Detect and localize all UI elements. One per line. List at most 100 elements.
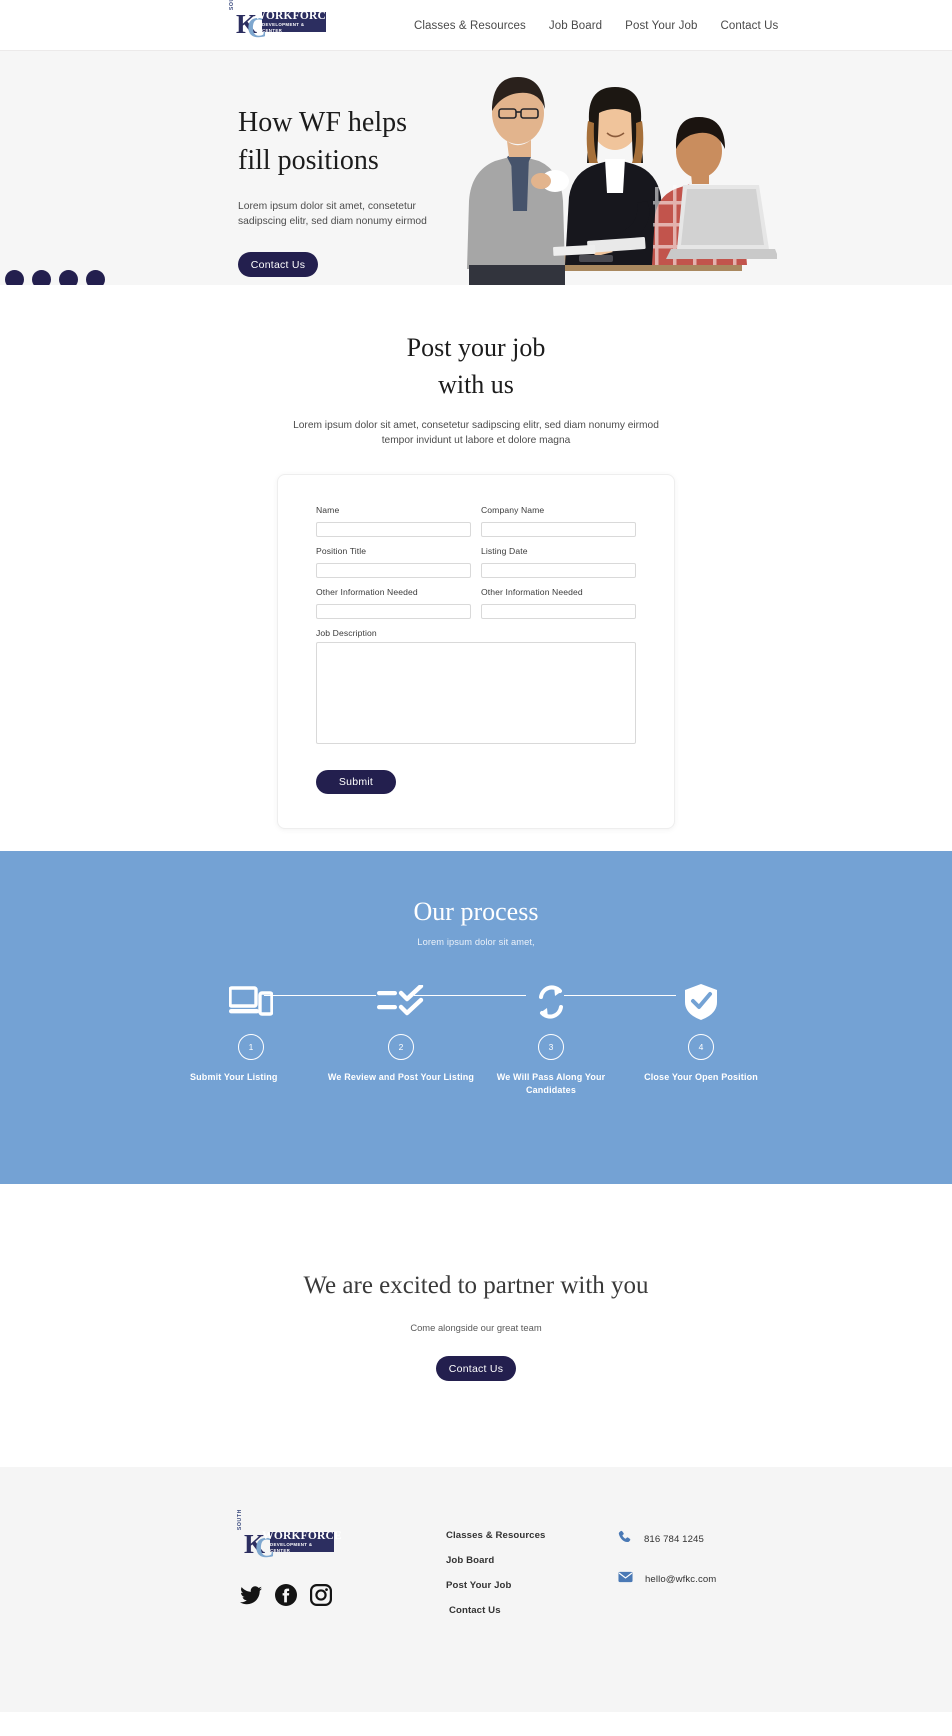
footer-contact-info: 816 784 1245 hello@wfkc.com: [618, 1530, 716, 1588]
step-1-number: 1: [238, 1034, 264, 1060]
nav-item-post-your-job[interactable]: Post Your Job: [625, 20, 697, 32]
step-connector-2-3: [414, 995, 526, 997]
hero-title: How WF helps fill positions: [238, 104, 468, 180]
input-other-info-1[interactable]: [316, 603, 471, 619]
field-name: Name: [316, 505, 471, 537]
input-other-info-2[interactable]: [481, 603, 636, 619]
field-listing-date: Listing Date: [481, 546, 636, 578]
partner-subtitle: Come alongside our great team: [410, 1322, 542, 1333]
partner-section: We are excited to partner with you Come …: [0, 1184, 952, 1467]
hero-title-line-2: fill positions: [238, 145, 379, 176]
hero-contact-us-button[interactable]: Contact Us: [238, 252, 318, 277]
hero-subtitle: Lorem ipsum dolor sit amet, consetetur s…: [238, 201, 427, 227]
post-job-title-line-1: Post your job: [406, 333, 546, 362]
footer-logo-nameplate: WORKFORCE DEVELOPMENT & CENTER: [262, 1530, 342, 1553]
footer-email-row[interactable]: hello@wfkc.com: [618, 1570, 716, 1588]
nav-item-classes-resources[interactable]: Classes & Resources: [414, 20, 526, 32]
partner-title: We are excited to partner with you: [303, 1272, 649, 1299]
footer-email-address: hello@wfkc.com: [645, 1573, 717, 1585]
step-connector-1-2: [264, 995, 376, 997]
field-company-name: Company Name: [481, 505, 636, 537]
step-3-number: 3: [538, 1034, 564, 1060]
process-title: Our process: [413, 897, 539, 926]
step-1-circle-row: 1: [176, 1034, 326, 1060]
process-step-3: 3 We Will Pass Along Your Candidates: [476, 982, 626, 1096]
label-name: Name: [316, 505, 340, 515]
label-job-description: Job Description: [316, 628, 377, 638]
step-2-circle-row: 2: [326, 1034, 476, 1060]
process-steps: 1 Submit Your Listing 2 We Review and Po: [176, 982, 776, 1096]
page-root: SOUTH K C WORKFORCE DEVELOPMENT & CENTER…: [0, 0, 952, 1736]
post-your-job-section: Post your job with us Lorem ipsum dolor …: [0, 285, 952, 851]
footer-link-contact-us[interactable]: Contact Us: [446, 1605, 546, 1616]
facebook-icon[interactable]: [275, 1584, 297, 1611]
phone-icon: [618, 1530, 632, 1549]
input-job-description[interactable]: [316, 642, 636, 744]
form-row-2: Position Title Listing Date: [316, 546, 636, 587]
footer-logo-workforce-text: WORKFORCE: [262, 1529, 342, 1542]
hero-section: How WF helps fill positions Lorem ipsum …: [0, 51, 952, 285]
social-links: [240, 1584, 333, 1611]
step-1-label: Submit Your Listing: [190, 1072, 278, 1082]
process-step-4: 4 Close Your Open Position: [626, 982, 776, 1096]
footer-link-list: Classes & Resources Job Board Post Your …: [446, 1530, 546, 1616]
checklist-icon: [326, 982, 476, 1022]
laptop-tablet-icon: [176, 982, 326, 1022]
hero-title-line-1: How WF helps: [238, 107, 408, 138]
footer-logo[interactable]: SOUTH K C WORKFORCE DEVELOPMENT & CENTER: [237, 1509, 342, 1563]
process-step-1: 1 Submit Your Listing: [176, 982, 326, 1096]
submit-button[interactable]: Submit: [316, 770, 396, 794]
step-4-circle-row: 4: [626, 1034, 776, 1060]
step-2-number: 2: [388, 1034, 414, 1060]
footer-link-post-your-job[interactable]: Post Your Job: [446, 1580, 546, 1591]
footer-logo-subtitle-text: DEVELOPMENT & CENTER: [270, 1541, 313, 1553]
site-header: SOUTH K C WORKFORCE DEVELOPMENT & CENTER…: [0, 0, 952, 51]
process-subtitle: Lorem ipsum dolor sit amet,: [417, 937, 535, 947]
hero-text-block: How WF helps fill positions Lorem ipsum …: [238, 104, 468, 277]
label-listing-date: Listing Date: [481, 546, 528, 556]
field-other-info-2: Other Information Needed: [481, 587, 636, 619]
field-position-title: Position Title: [316, 546, 471, 578]
footer-link-job-board[interactable]: Job Board: [446, 1555, 546, 1566]
twitter-icon[interactable]: [240, 1585, 262, 1610]
form-row-3: Other Information Needed Other Informati…: [316, 587, 636, 628]
main-navigation: Classes & Resources Job Board Post Your …: [414, 0, 778, 51]
footer-workforce-logo: SOUTH K C WORKFORCE DEVELOPMENT & CENTER: [237, 1509, 342, 1563]
logo-workforce-text: WORKFORCE: [254, 9, 334, 22]
step-3-label: We Will Pass Along Your Candidates: [496, 1072, 606, 1095]
input-name[interactable]: [316, 521, 471, 537]
field-job-description: Job Description: [316, 628, 636, 749]
field-other-info-1: Other Information Needed: [316, 587, 471, 619]
step-2-label: We Review and Post Your Listing: [327, 1072, 475, 1082]
label-company-name: Company Name: [481, 505, 545, 515]
our-process-section: Our process Lorem ipsum dolor sit amet, …: [0, 851, 952, 1184]
footer-content: SOUTH K C WORKFORCE DEVELOPMENT & CENTER: [0, 1509, 952, 1652]
partner-contact-us-button[interactable]: Contact Us: [436, 1356, 516, 1381]
step-4-number: 4: [688, 1034, 714, 1060]
hero-photo: [447, 51, 777, 285]
label-other-info-2: Other Information Needed: [481, 587, 583, 597]
nav-item-job-board[interactable]: Job Board: [549, 20, 602, 32]
step-4-label: Close Your Open Position: [644, 1072, 758, 1082]
logo-subtitle-text: DEVELOPMENT & CENTER: [262, 21, 305, 33]
team-photo-illustration: [447, 51, 777, 285]
step-3-circle-row: 3: [476, 1034, 626, 1060]
instagram-icon[interactable]: [310, 1584, 333, 1611]
header-logo[interactable]: SOUTH K C WORKFORCE DEVELOPMENT & CENTER: [229, 0, 334, 43]
input-listing-date[interactable]: [481, 562, 636, 578]
form-row-1: Name Company Name: [316, 505, 636, 546]
footer-bottom-bar: [0, 1712, 952, 1736]
shield-check-icon: [626, 982, 776, 1022]
nav-item-contact-us[interactable]: Contact Us: [720, 20, 778, 32]
email-icon: [618, 1570, 633, 1588]
logo-south-text: SOUTH: [229, 0, 235, 13]
label-position-title: Position Title: [316, 546, 367, 556]
input-position-title[interactable]: [316, 562, 471, 578]
label-other-info-1: Other Information Needed: [316, 587, 418, 597]
input-company-name[interactable]: [481, 521, 636, 537]
footer-phone-row[interactable]: 816 784 1245: [618, 1530, 716, 1549]
footer-phone-number: 816 784 1245: [644, 1534, 704, 1545]
step-connector-3-4: [564, 995, 676, 997]
post-job-form-card: Name Company Name Position Title Listing…: [277, 474, 675, 829]
footer-link-classes-resources[interactable]: Classes & Resources: [446, 1530, 546, 1541]
